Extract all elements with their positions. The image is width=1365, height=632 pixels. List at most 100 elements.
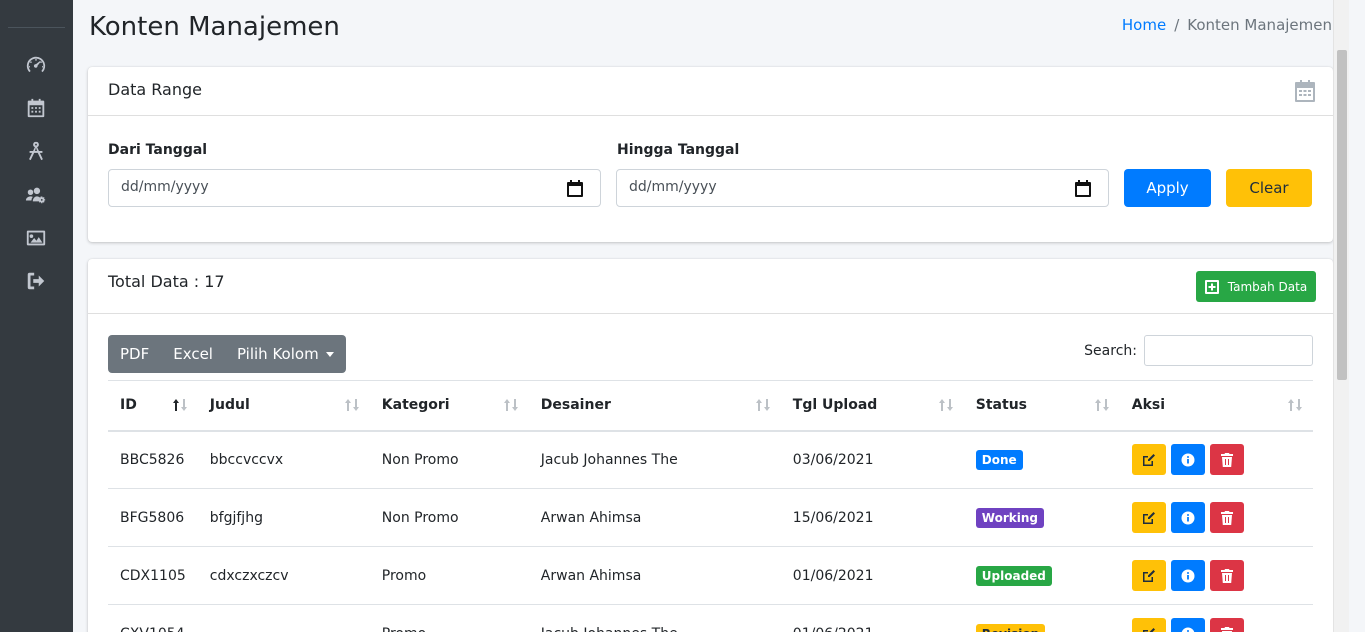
- table-row: BBC5826 bbccvccvx Non Promo Jacub Johannes …: [108, 430, 1313, 489]
- cell-tgl: 15/06/2021: [780, 488, 964, 547]
- cell-tgl: 03/06/2021: [780, 430, 964, 489]
- to-date-input[interactable]: dd/mm/yyyy: [616, 169, 1109, 207]
- status-badge: Revision: [975, 623, 1046, 632]
- apply-button[interactable]: Apply: [1124, 169, 1211, 207]
- column-header-tgl-upload[interactable]: Tgl Upload: [780, 380, 964, 432]
- cell-judul: bfgjfjhg: [197, 488, 370, 547]
- info-icon: [1181, 627, 1195, 632]
- date-range-header: Data Range: [88, 67, 1333, 116]
- cell-id: BFG5806: [108, 488, 198, 547]
- table-row: CXV1054 PromoJacub Johannes The01/06/2021…: [108, 604, 1313, 632]
- cell-status: Uploaded: [963, 546, 1120, 605]
- sort-icon: [1287, 398, 1303, 412]
- sign-out-icon[interactable]: [24, 269, 48, 293]
- sort-icon: [1094, 398, 1110, 412]
- date-range-title: Data Range: [108, 80, 202, 99]
- design-tools-icon[interactable]: [24, 139, 48, 163]
- info-button[interactable]: [1170, 618, 1205, 632]
- cell-id: BBC5826: [108, 430, 198, 489]
- add-data-button[interactable]: Tambah Data: [1196, 271, 1316, 302]
- search-input[interactable]: [1144, 335, 1313, 366]
- status-badge: Working: [975, 507, 1044, 528]
- image-icon[interactable]: [24, 226, 48, 250]
- edit-icon: [1142, 511, 1155, 524]
- from-date-input[interactable]: dd/mm/yyyy: [108, 169, 601, 207]
- from-date-placeholder: dd/mm/yyyy: [121, 179, 209, 195]
- breadcrumb-current: Konten Manajemen: [1187, 16, 1332, 34]
- edit-button[interactable]: [1131, 560, 1166, 591]
- action-buttons: [1131, 444, 1301, 476]
- breadcrumb-home-link[interactable]: Home: [1122, 16, 1166, 34]
- cell-status: Done: [963, 430, 1120, 489]
- cell-desainer: Jacub Johannes The: [528, 430, 781, 489]
- column-header-aksi[interactable]: Aksi: [1119, 380, 1313, 432]
- column-header-kategori[interactable]: Kategori: [369, 380, 529, 432]
- column-visibility-button[interactable]: Pilih Kolom: [225, 335, 346, 373]
- content-list-header: Total Data : 17 Tambah Data: [88, 259, 1333, 314]
- breadcrumb: Home / Konten Manajemen: [1122, 16, 1332, 34]
- cell-actions: [1119, 546, 1313, 605]
- cell-status: Revision: [963, 604, 1120, 632]
- info-button[interactable]: [1170, 444, 1205, 476]
- column-header-status[interactable]: Status: [963, 380, 1120, 432]
- cell-kategori: Promo: [369, 546, 529, 605]
- column-visibility-label: Pilih Kolom: [236, 345, 319, 363]
- calendar-picker-icon[interactable]: [1075, 180, 1091, 197]
- delete-button[interactable]: [1209, 444, 1244, 476]
- info-button[interactable]: [1170, 560, 1205, 591]
- pdf-button[interactable]: PDF: [108, 335, 161, 373]
- cell-status: Working: [963, 488, 1120, 547]
- cell-kategori: Non Promo: [369, 430, 529, 489]
- cell-kategori: Non Promo: [369, 488, 529, 547]
- calendar-icon[interactable]: [24, 96, 48, 120]
- to-date-label: Hingga Tanggal: [617, 142, 740, 158]
- dashboard-icon[interactable]: [24, 53, 48, 77]
- column-header-judul[interactable]: Judul: [197, 380, 370, 432]
- calendar-picker-icon[interactable]: [567, 180, 583, 197]
- trash-icon: [1220, 510, 1233, 525]
- cell-desainer: Jacub Johannes The: [528, 604, 781, 632]
- page-title: Konten Manajemen: [89, 12, 340, 42]
- cell-id: CXV1054: [108, 604, 198, 632]
- edit-button[interactable]: [1131, 618, 1166, 632]
- edit-button[interactable]: [1131, 444, 1166, 476]
- cell-judul: cdxczxczcv: [197, 546, 370, 605]
- action-buttons: [1131, 618, 1301, 632]
- cell-desainer: Arwan Ahimsa: [528, 546, 781, 605]
- total-data-text: Total Data : 17: [108, 272, 225, 291]
- clear-button[interactable]: Clear: [1226, 169, 1312, 207]
- sidebar-divider: [8, 27, 65, 28]
- to-date-placeholder: dd/mm/yyyy: [629, 179, 717, 195]
- delete-button[interactable]: [1209, 502, 1244, 533]
- trash-icon: [1220, 568, 1233, 583]
- scrollbar-thumb[interactable]: [1337, 50, 1347, 380]
- cell-actions: [1119, 430, 1313, 489]
- status-badge: Done: [975, 449, 1023, 470]
- delete-button[interactable]: [1209, 560, 1244, 591]
- column-header-id[interactable]: ID: [108, 380, 198, 432]
- export-button-group: PDF Excel Pilih Kolom: [108, 335, 346, 373]
- table-header-row: ID Judul Kategori Desainer Tgl Upload St…: [108, 380, 1313, 432]
- sort-icon: [938, 398, 954, 412]
- caret-down-icon: [325, 351, 334, 357]
- breadcrumb-separator: /: [1174, 16, 1180, 34]
- edit-button[interactable]: [1131, 502, 1166, 533]
- cell-tgl: 01/06/2021: [780, 546, 964, 605]
- action-buttons: [1131, 502, 1301, 533]
- column-header-label: Tgl Upload: [792, 397, 878, 414]
- users-cog-icon[interactable]: [24, 183, 48, 207]
- table-row: BFG5806 bfgjfjhg Non Promo Arwan Ahimsa 15/0…: [108, 488, 1313, 547]
- cell-id: CDX1105: [108, 546, 198, 605]
- trash-icon: [1220, 452, 1233, 467]
- cell-kategori: Promo: [369, 604, 529, 632]
- delete-button[interactable]: [1209, 618, 1244, 632]
- page-scrollbar[interactable]: [1333, 0, 1349, 632]
- column-header-desainer[interactable]: Desainer: [528, 380, 781, 432]
- plus-square-icon: [1204, 279, 1219, 294]
- excel-button[interactable]: Excel: [161, 335, 225, 373]
- trash-icon: [1220, 626, 1233, 632]
- info-button[interactable]: [1170, 502, 1205, 533]
- status-badge: Uploaded: [975, 565, 1052, 586]
- content-wrapper: Konten Manajemen Home / Konten Manajemen…: [73, 0, 1349, 632]
- sort-icon: [344, 398, 360, 412]
